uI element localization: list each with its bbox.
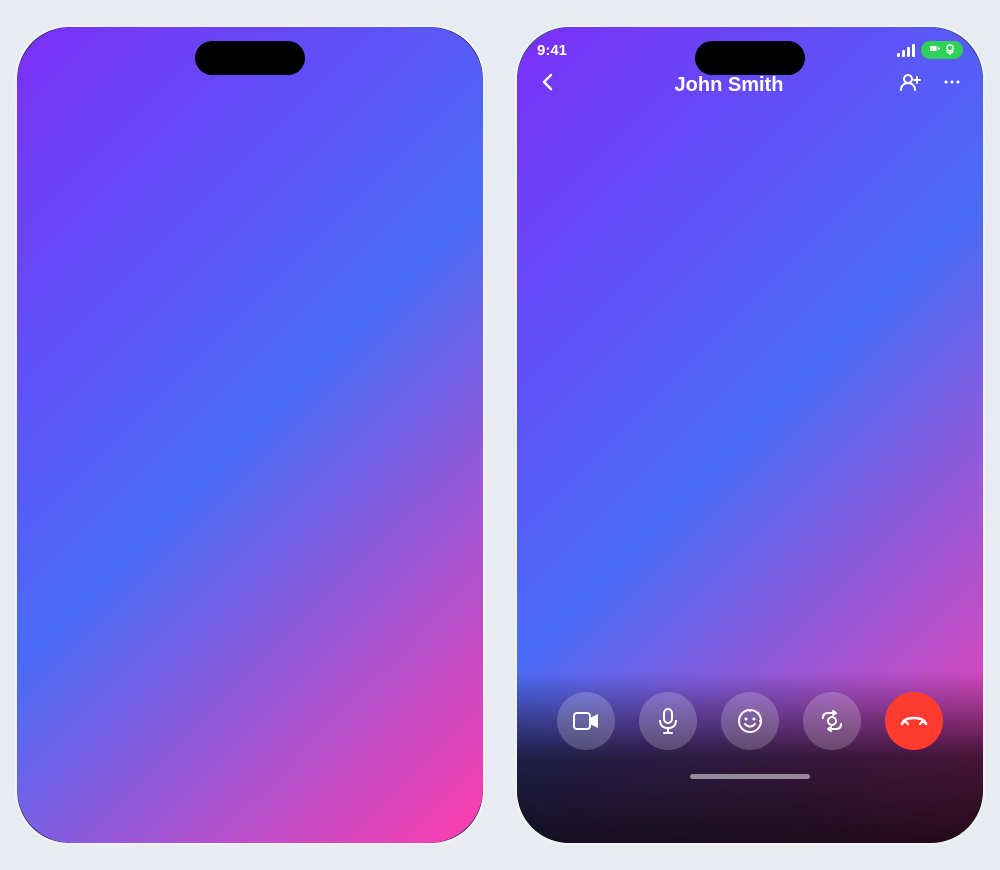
meta-ai-title: Meta AI [232,100,309,126]
moon [343,456,403,516]
video-button[interactable] [557,692,615,750]
controls-row [557,692,943,750]
back-button[interactable] [537,71,559,99]
status-icons-right [897,41,963,59]
status-time-right: 9:41 [537,42,567,59]
right-phone: 9:41 [515,25,985,845]
signal-status-icon [439,42,451,54]
mic-status-icon [945,44,955,56]
microphone-button[interactable] [639,692,697,750]
status-pill-right [921,41,963,59]
notch [195,41,305,75]
status-time-left: 9:41 [41,40,71,57]
image-label-forest: Imagine A forest on the moon [254,583,467,640]
signal-icon [391,42,409,55]
image-card-storm-cloud[interactable]: Imagine A sweet storm cloud [254,145,467,375]
image-card-sunflowers[interactable]: Imagine A field of sunflowers [33,410,246,640]
image-card-birthday-cake[interactable]: Imagine A birthday cake [33,145,246,375]
status-icons-left [391,39,459,57]
home-indicator-right [557,766,943,793]
image-label-sunflowers: Imagine A field of sunflowers [33,583,246,640]
end-call-button[interactable] [885,692,943,750]
image-label-birthday: Imagine A birthday cake [33,318,246,375]
contact-name: John Smith [675,74,784,97]
home-indicator-left [17,816,483,843]
notch-right [695,41,805,75]
switch-camera-button[interactable] [803,692,861,750]
video-nav-row: John Smith [537,71,963,99]
signal-right-icon [897,44,915,57]
more-options-button[interactable] [941,71,963,99]
meta-ai-logo-icon [190,97,222,129]
call-controls [517,672,983,843]
effects-button[interactable] [721,692,779,750]
image-card-forest-moon[interactable]: Imagine A forest on the moon [254,410,467,640]
describe-placeholder: Describe an image [53,768,186,785]
meta-ai-screen: Meta AI [17,27,483,843]
nav-icons [899,71,963,99]
image-card-colorful[interactable] [254,666,467,736]
live-indicator [415,39,459,57]
left-phone: 9:41 Meta AI [15,25,485,845]
battery-status-icon [423,42,435,54]
bottom-partial-row [17,666,483,744]
describe-input[interactable]: Describe an image [33,754,467,800]
image-label-cloud: Imagine A sweet storm cloud [254,318,467,375]
image-grid: Imagine A birthday cake Im [17,145,483,666]
add-contact-button[interactable] [899,71,921,99]
video-call-screen: 9:41 [517,27,983,843]
image-card-rabbit[interactable] [33,666,246,736]
